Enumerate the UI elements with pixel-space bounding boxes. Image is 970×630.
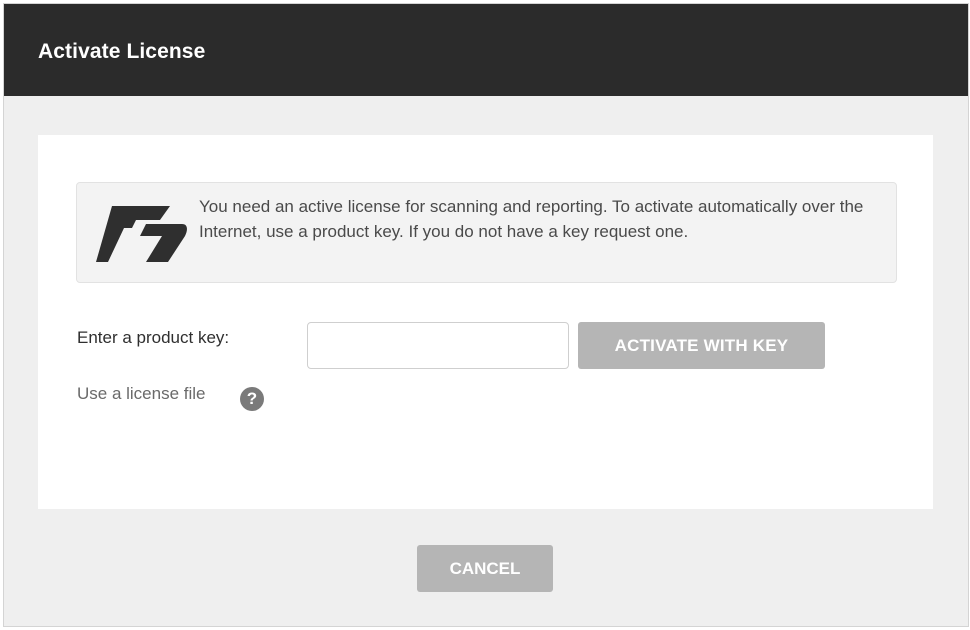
product-key-label: Enter a product key: — [77, 328, 230, 347]
use-license-file-link[interactable]: Use a license file — [77, 384, 206, 404]
cancel-button[interactable]: CANCEL — [417, 545, 553, 592]
license-notice: You need an active license for scanning … — [76, 182, 897, 283]
dialog-titlebar: Activate License — [4, 4, 968, 96]
product-logo-icon — [96, 206, 187, 262]
dialog-title: Activate License — [38, 40, 206, 63]
help-icon[interactable]: ? — [240, 387, 264, 411]
notice-text: You need an active license for scanning … — [199, 197, 864, 241]
dialog-content-panel: You need an active license for scanning … — [38, 135, 933, 509]
product-key-input[interactable] — [307, 322, 569, 369]
activate-license-dialog: Activate License You need an active lice… — [3, 3, 969, 627]
activate-with-key-button[interactable]: ACTIVATE WITH KEY — [578, 322, 825, 369]
